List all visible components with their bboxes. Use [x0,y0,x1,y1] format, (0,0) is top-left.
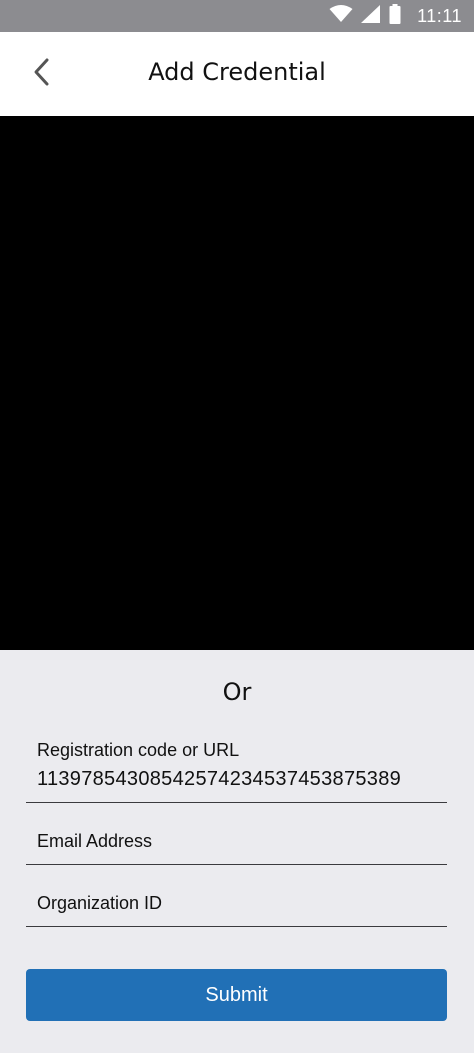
app-bar: Add Credential [0,32,474,116]
status-time: 11:11 [417,5,462,26]
page-title: Add Credential [148,58,326,86]
signal-icon [361,5,381,27]
battery-icon [389,4,401,28]
status-icons: 11:11 [329,4,462,28]
registration-code-input[interactable]: 1139785430854257423453745387538​9 [37,768,401,791]
qr-camera-viewfinder[interactable] [0,116,474,650]
email-field[interactable]: Email Address [26,830,447,865]
registration-code-label: Registration code or URL [37,740,240,760]
or-divider-label: Or [222,678,252,706]
organization-id-label: Organization ID [37,893,163,913]
registration-code-field[interactable]: Registration code or URL 113978543085425… [26,740,447,803]
organization-id-field[interactable]: Organization ID [26,892,447,927]
email-label: Email Address [37,831,153,851]
credential-form: Or Registration code or URL 113978543085… [0,650,474,1053]
wifi-icon [329,5,353,27]
submit-button[interactable]: Submit [26,969,447,1021]
status-bar: 11:11 [0,0,474,32]
